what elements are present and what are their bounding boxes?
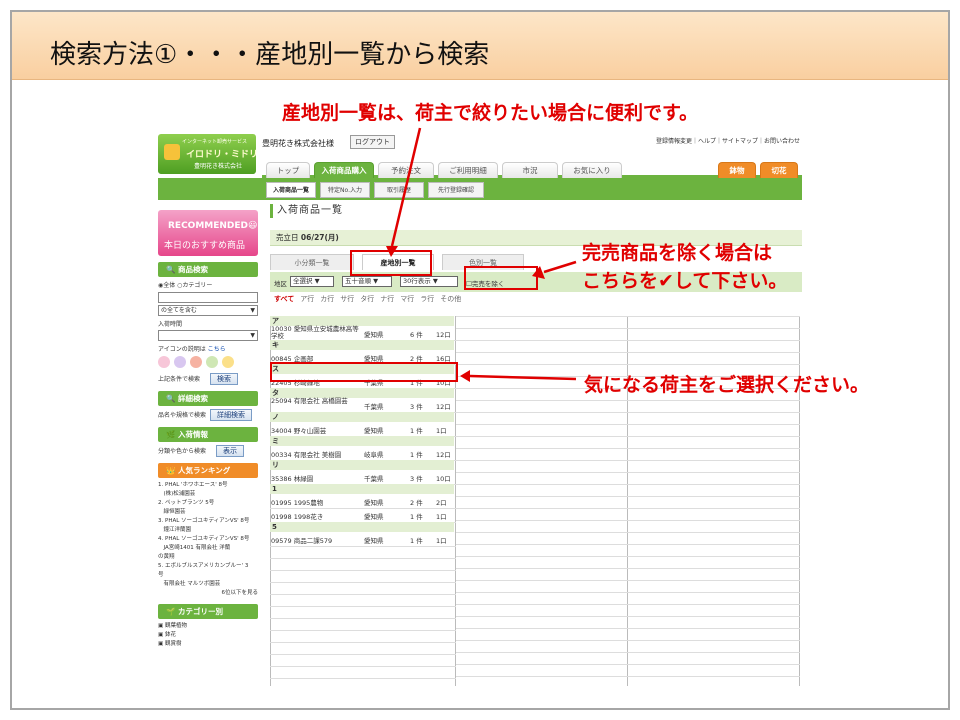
- arrow-to-shipper: [469, 374, 577, 381]
- soldout-note-line2: こちらを✔して下さい。: [582, 270, 788, 292]
- shipper-select-note: 気になる荷主をご選択ください。: [584, 374, 870, 396]
- arrowhead-left-icon: [460, 370, 470, 382]
- soldout-note-line1: 完売商品を除く場合は: [582, 242, 773, 264]
- highlight-soldout-checkbox: [464, 266, 538, 290]
- annotation-arrows: [386, 127, 577, 382]
- highlight-shipper-row: [270, 362, 458, 382]
- arrow-to-soldout: [543, 260, 577, 274]
- highlight-origin-tab: [350, 250, 432, 276]
- arrow-to-origin-tab: [390, 127, 422, 247]
